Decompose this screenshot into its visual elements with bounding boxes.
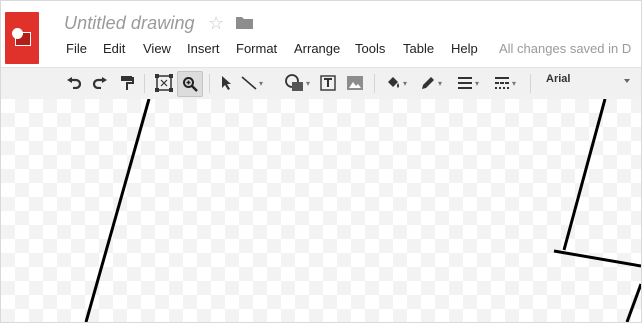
chevron-down-icon[interactable] [624,79,630,83]
select-arrow-icon[interactable] [219,72,235,94]
toolbar-separator [209,74,210,93]
menu-view[interactable]: View [143,41,171,56]
menu-arrange[interactable]: Arrange [294,41,340,56]
undo-icon[interactable] [65,72,83,94]
menu-tools[interactable]: Tools [355,41,385,56]
toolbar: ▾ ▾ ▾ ▾ ▾ ▾ Arial [1,67,641,100]
menu-edit[interactable]: Edit [103,41,125,56]
menu-insert[interactable]: Insert [187,41,220,56]
drawings-logo[interactable] [5,12,39,64]
menu-file[interactable]: File [66,41,87,56]
line-shape-right-b[interactable] [553,249,641,268]
menu-help[interactable]: Help [451,41,478,56]
shape-icon[interactable]: ▾ [279,72,315,94]
star-icon[interactable]: ☆ [208,13,224,33]
header: Untitled drawing ☆ File Edit View Insert… [1,1,641,67]
line-shape-left[interactable] [84,99,151,322]
image-icon[interactable] [346,72,364,94]
line-weight-icon[interactable]: ▾ [453,72,483,94]
redo-icon[interactable] [91,72,109,94]
document-title[interactable]: Untitled drawing [64,13,195,34]
save-status[interactable]: All changes saved in D [499,41,631,56]
font-select[interactable]: Arial [546,73,570,85]
folder-icon[interactable] [236,16,253,29]
menu-format[interactable]: Format [236,41,277,56]
paint-format-icon[interactable] [118,72,136,94]
line-icon[interactable]: ▾ [240,72,264,94]
line-shape-right-c[interactable] [625,283,641,322]
zoom-fit-icon[interactable] [153,72,175,94]
menu-table[interactable]: Table [403,41,434,56]
zoom-icon[interactable] [177,71,203,97]
text-box-icon[interactable] [319,72,337,94]
line-shape-right-a[interactable] [562,99,607,251]
line-dash-icon[interactable]: ▾ [490,72,520,94]
line-color-icon[interactable]: ▾ [417,72,445,94]
toolbar-separator [144,74,145,93]
drawing-shapes [84,99,641,322]
app-window: Untitled drawing ☆ File Edit View Insert… [0,0,642,323]
logo-circle [12,28,23,39]
toolbar-separator [530,74,531,93]
toolbar-separator [374,74,375,93]
fill-color-icon[interactable]: ▾ [382,72,410,94]
drawing-canvas[interactable] [1,99,641,322]
